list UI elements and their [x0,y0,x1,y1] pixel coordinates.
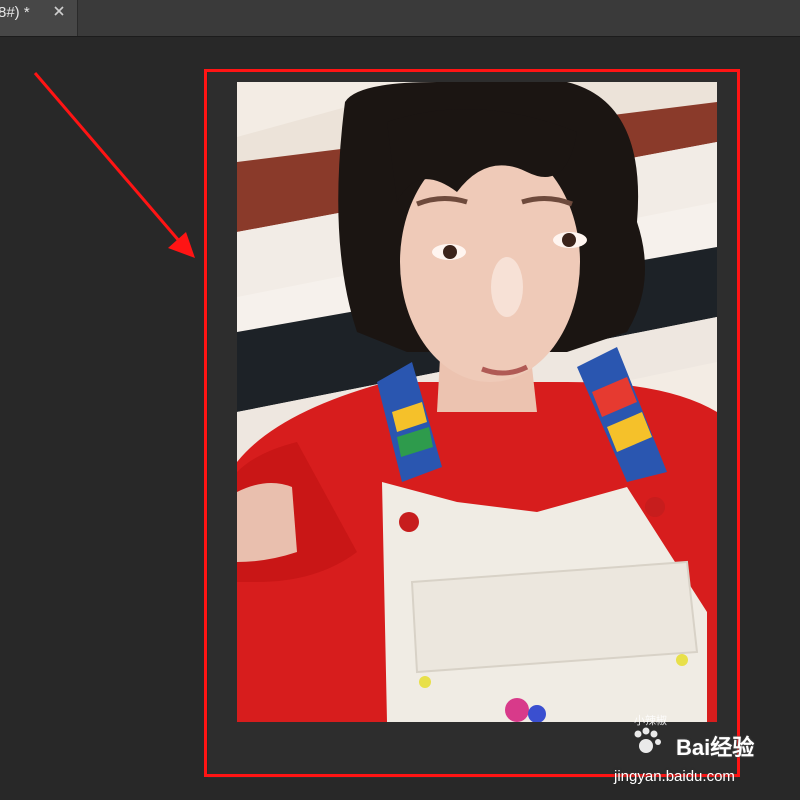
photo-image[interactable] [237,82,717,722]
watermark-brand: Bai经验 [676,735,755,760]
document-tab-bar: 8#) * [0,0,800,37]
document-tab[interactable]: 8#) * [0,0,78,36]
watermark: 小辣椒 Bai经验 jingyan.baidu.com [598,712,798,796]
paw-icon [602,726,674,762]
close-icon[interactable] [52,4,66,18]
document-tab-title: 8#) * [0,4,30,21]
watermark-url: jingyan.baidu.com [614,768,735,785]
